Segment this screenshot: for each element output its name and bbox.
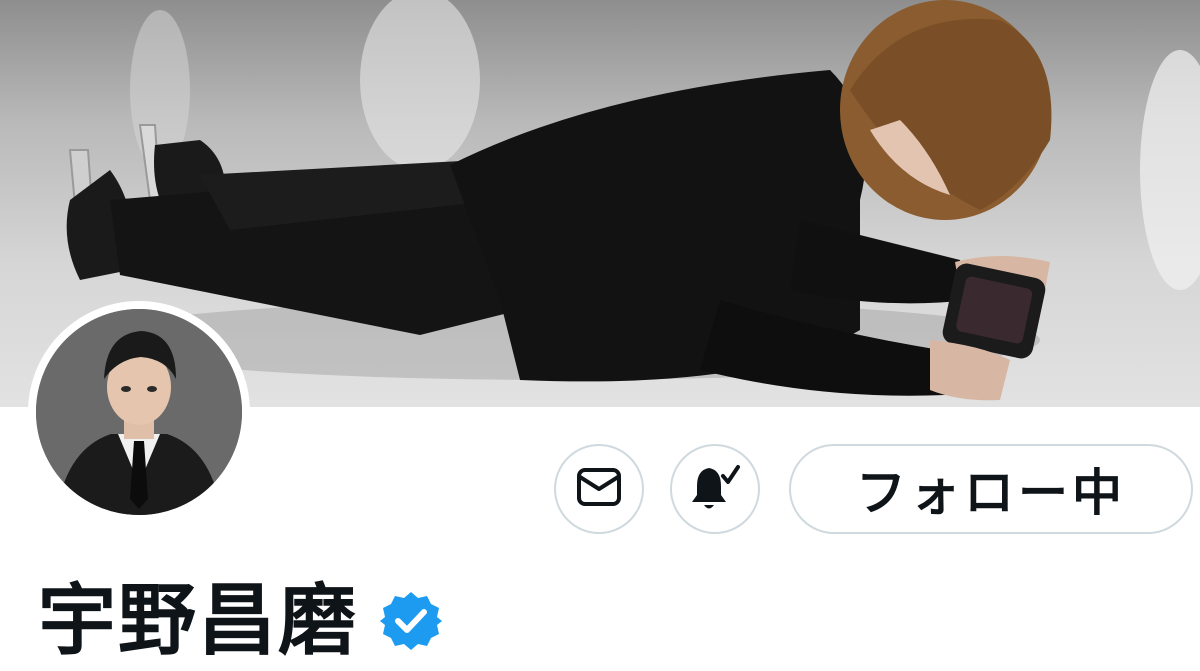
avatar-photo bbox=[36, 309, 242, 515]
bell-check-icon bbox=[689, 462, 741, 516]
following-button[interactable]: フォロー中 bbox=[789, 444, 1193, 534]
profile-name-row: 宇野昌磨 bbox=[38, 576, 443, 666]
notifications-button[interactable] bbox=[670, 444, 760, 534]
profile-avatar[interactable] bbox=[28, 301, 250, 523]
message-button[interactable] bbox=[554, 444, 644, 534]
following-label: フォロー中 bbox=[856, 464, 1126, 522]
envelope-icon bbox=[576, 467, 622, 511]
verified-badge-icon[interactable] bbox=[380, 590, 443, 652]
display-name: 宇野昌磨 bbox=[38, 576, 359, 666]
